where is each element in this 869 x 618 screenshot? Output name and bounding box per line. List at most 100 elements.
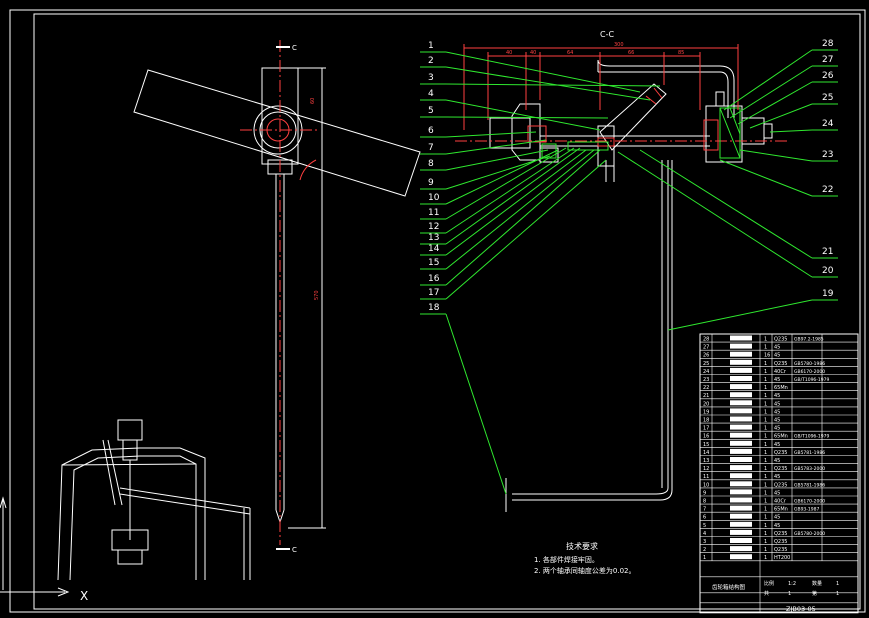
bom-no: 24 — [703, 369, 709, 375]
bom-qty: 1 — [764, 409, 767, 415]
bom-material: Q235 — [774, 466, 787, 472]
callout-left-15: 15 — [428, 258, 439, 268]
callout-left-5: 5 — [428, 106, 434, 116]
bom-no: 19 — [703, 409, 709, 415]
bom-no: 28 — [703, 337, 709, 343]
bom-no: 9 — [703, 490, 706, 496]
bom-footer-name: 齿轮箱结构图 — [712, 583, 746, 591]
bom-material: Q235 — [774, 337, 787, 343]
bom-no: 6 — [703, 515, 706, 521]
bom-material: 45 — [774, 426, 780, 432]
bom-material: 45 — [774, 409, 780, 415]
bom-qty: 1 — [764, 539, 767, 545]
bom-footer-cell: 1 — [788, 591, 791, 597]
callout-right-21: 21 — [822, 247, 833, 257]
callout-left-18: 18 — [428, 303, 440, 313]
bom-material: 45 — [774, 490, 780, 496]
bom-material: 40Cr — [774, 369, 787, 375]
callout-right-24: 24 — [822, 119, 834, 129]
bom-material: 40Cr — [774, 499, 787, 505]
callout-left-12: 12 — [428, 222, 439, 232]
dim-40a: 40 — [506, 50, 512, 56]
bom-standard: GB97.2-1985 — [794, 337, 824, 343]
callout-left-10: 10 — [428, 193, 440, 203]
bom-qty: 1 — [764, 345, 767, 351]
bom-name-block — [730, 335, 752, 341]
bom-no: 23 — [703, 377, 709, 383]
bom-no: 11 — [703, 474, 709, 480]
bom-qty: 1 — [764, 515, 767, 521]
bom-material: 45 — [774, 377, 780, 383]
bom-no: 25 — [703, 361, 709, 367]
bom-qty: 1 — [764, 369, 767, 375]
bom-name-block — [730, 343, 752, 349]
bom-qty: 1 — [764, 466, 767, 472]
bom-no: 21 — [703, 393, 709, 399]
bom-material: 45 — [774, 353, 780, 359]
bom-name-block — [730, 440, 752, 446]
bom-material: HT200 — [774, 555, 790, 561]
bom-name-block — [730, 376, 752, 381]
bom-name-block — [730, 416, 752, 422]
callout-right-23: 23 — [822, 150, 833, 160]
callout-left-1: 1 — [428, 41, 434, 51]
bom-name-block — [730, 554, 752, 560]
bom-no: 14 — [703, 450, 709, 456]
callout-left-17: 17 — [428, 288, 439, 298]
bom-name-block — [730, 424, 752, 430]
callout-left-7: 7 — [428, 143, 434, 153]
bom-material: Q235 — [774, 531, 787, 537]
bom-no: 10 — [703, 482, 709, 488]
tech-title: 技术要求 — [566, 541, 598, 551]
bom-footer-cell: 1 — [836, 581, 839, 587]
bom-no: 1 — [703, 555, 706, 561]
bom-standard: GB93-1987 — [794, 507, 820, 513]
bom-qty: 1 — [764, 401, 767, 407]
bom-material: Q235 — [774, 450, 787, 456]
left-view — [133, 40, 421, 545]
bom-qty: 1 — [764, 450, 767, 456]
bom-name-block — [730, 392, 752, 398]
tech-line-1: 1. 各部件焊接牢固。 — [534, 555, 599, 564]
callout-right-26: 26 — [822, 71, 834, 81]
bom-standard: GB/T1096-1979 — [794, 434, 830, 440]
bom-standard: GB5780-1986 — [794, 361, 825, 367]
bom-name-block — [730, 384, 752, 390]
bom-standard: GB5780-2000 — [794, 531, 825, 537]
bom-qty: 1 — [764, 523, 767, 529]
callout-left-16: 16 — [428, 274, 440, 284]
callout-left-11: 11 — [428, 208, 439, 218]
bom-footer-cell: 1:2 — [788, 581, 796, 587]
bom-name-block — [730, 513, 752, 519]
callout-left-14: 14 — [428, 244, 440, 254]
bom-no: 7 — [703, 507, 706, 513]
bom-no: 15 — [703, 442, 709, 448]
bom-qty: 1 — [764, 393, 767, 399]
bom-qty: 1 — [764, 337, 767, 343]
bom-footer-cell: 第 — [812, 590, 817, 597]
bom-standard: GB5781-1986 — [794, 482, 825, 488]
bom-footer-cell: 数量 — [812, 580, 822, 587]
bom-qty: 1 — [764, 547, 767, 553]
bom-name-block — [730, 367, 752, 373]
bom-qty: 16 — [764, 353, 770, 359]
callout-left-9: 9 — [428, 178, 434, 188]
bom-name-block — [730, 400, 752, 406]
callout-right-28: 28 — [822, 39, 834, 49]
ucs-x-label: X — [80, 589, 88, 603]
section-title: C-C — [600, 30, 614, 39]
bom-standard: GB6170-2000 — [794, 369, 825, 375]
bom-no: 22 — [703, 385, 709, 391]
bom-footer-cell: 比例 — [764, 580, 774, 587]
bom-no: 13 — [703, 458, 709, 464]
bom-material: Q235 — [774, 539, 787, 545]
callout-right-22: 22 — [822, 185, 833, 195]
bom-material: 65Mn — [774, 385, 788, 391]
bom-qty: 1 — [764, 507, 767, 513]
bom-no: 27 — [703, 345, 709, 351]
bom-no: 3 — [703, 539, 706, 545]
callout-right-19: 19 — [822, 289, 834, 299]
bom-name-block — [730, 465, 752, 471]
callout-right-25: 25 — [822, 93, 833, 103]
bom-material: Q235 — [774, 547, 787, 553]
